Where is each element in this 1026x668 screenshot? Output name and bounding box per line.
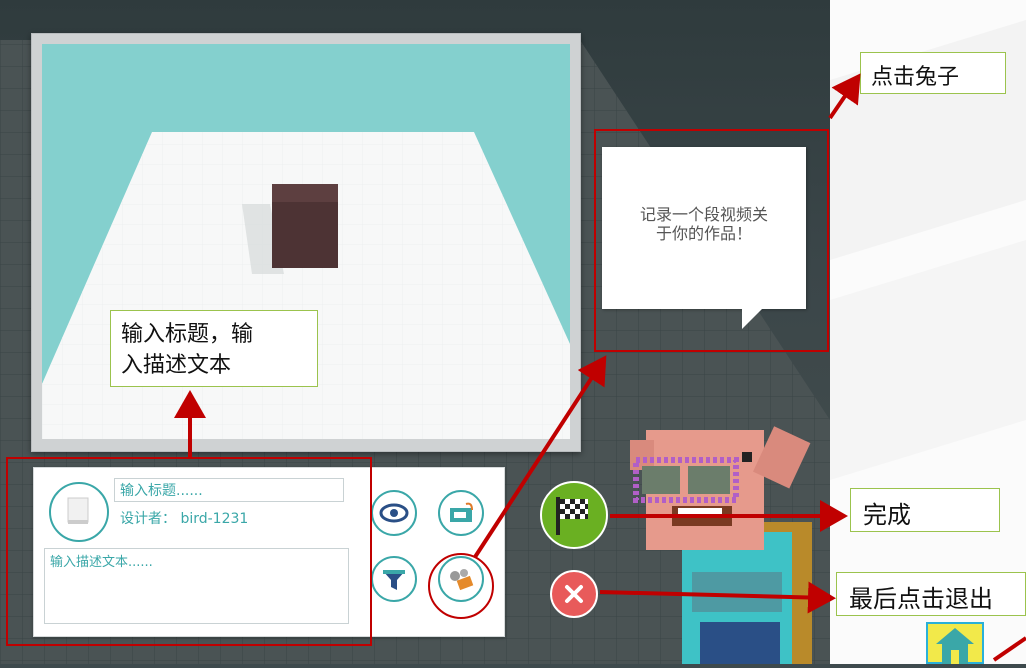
annotation-arrows xyxy=(174,73,1026,662)
arrow-to-speech-box xyxy=(473,355,607,559)
arrow-to-exit-annotation xyxy=(599,581,836,614)
arrow-to-rabbit-annotation xyxy=(828,73,861,120)
arrow-to-home-button xyxy=(992,636,1026,662)
